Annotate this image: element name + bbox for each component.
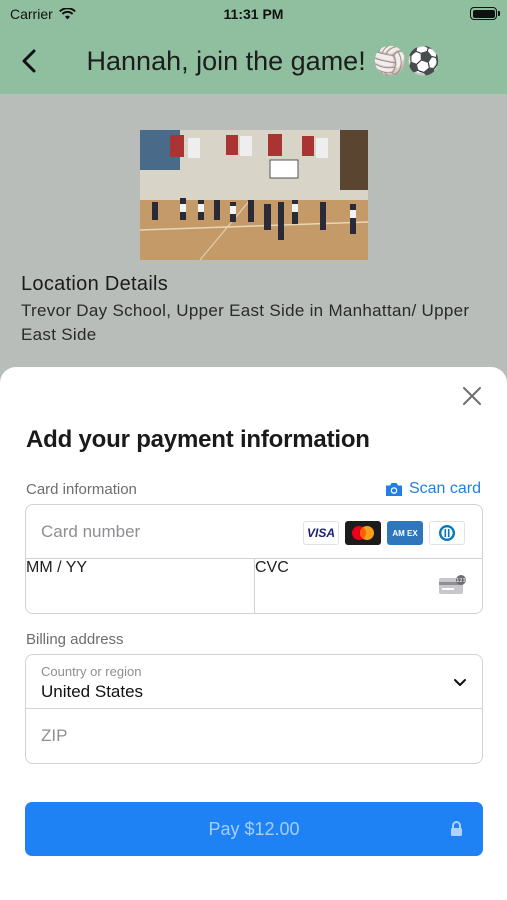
card-information-label: Card information — [26, 481, 137, 498]
close-icon — [463, 387, 481, 405]
page-title-text: Hannah, join the game! — [86, 46, 366, 76]
back-button[interactable] — [14, 44, 44, 78]
billing-address-label: Billing address — [26, 631, 124, 648]
lock-icon — [451, 821, 462, 836]
title-emoji: 🏐⚽ — [373, 46, 441, 76]
card-brand-list: VISA AM EX — [303, 521, 465, 545]
expiry-field[interactable]: MM / YY — [26, 559, 254, 613]
svg-text:123: 123 — [456, 578, 466, 584]
card-number-field[interactable]: Card number VISA AM EX — [26, 505, 482, 559]
zip-placeholder: ZIP — [41, 726, 68, 745]
page-title: Hannah, join the game! 🏐⚽ — [60, 45, 467, 77]
diners-club-logo — [429, 521, 465, 545]
expiry-placeholder: MM / YY — [26, 559, 88, 576]
close-button[interactable] — [461, 385, 483, 407]
cvc-field[interactable]: CVC 123 — [254, 559, 482, 613]
chevron-down-icon — [454, 679, 466, 686]
amex-logo: AM EX — [387, 521, 423, 545]
pay-button[interactable]: Pay $12.00 — [25, 802, 483, 856]
location-photo — [140, 130, 368, 260]
scan-card-button[interactable]: Scan card — [385, 480, 481, 498]
payment-sheet: Add your payment information Card inform… — [0, 367, 507, 900]
battery-icon — [470, 7, 500, 20]
card-number-placeholder: Card number — [41, 522, 141, 541]
diners-club-icon — [439, 525, 455, 541]
scan-card-label: Scan card — [408, 480, 481, 497]
country-label: Country or region — [41, 664, 142, 679]
expiry-cvc-row: MM / YY CVC 123 — [26, 559, 482, 613]
location-heading: Location Details — [21, 273, 169, 295]
nav-header: Hannah, join the game! 🏐⚽ — [0, 28, 507, 94]
visa-logo: VISA — [303, 521, 339, 545]
pay-button-label: Pay $12.00 — [208, 818, 300, 839]
camera-icon — [385, 482, 402, 496]
status-time: 11:31 PM — [223, 6, 284, 22]
chevron-left-icon — [22, 49, 36, 73]
payment-sheet-title: Add your payment information — [26, 426, 370, 453]
location-address: Trevor Day School, Upper East Side in Ma… — [21, 301, 470, 344]
zip-field[interactable]: ZIP — [26, 709, 482, 763]
status-bar: Carrier 11:31 PM — [0, 0, 507, 28]
billing-fields: Country or region United States ZIP — [25, 654, 483, 764]
mastercard-logo — [345, 521, 381, 545]
country-select[interactable]: Country or region United States — [26, 655, 482, 709]
cvc-placeholder: CVC — [255, 559, 289, 576]
mastercard-icon — [352, 526, 374, 540]
gym-photo-image — [140, 130, 368, 260]
country-value: United States — [41, 682, 144, 701]
game-details: Location Details Trevor Day School, Uppe… — [0, 94, 507, 394]
card-fields: Card number VISA AM EX MM / YY CVC 123 — [25, 504, 483, 614]
cvc-card-icon: 123 — [439, 575, 466, 594]
